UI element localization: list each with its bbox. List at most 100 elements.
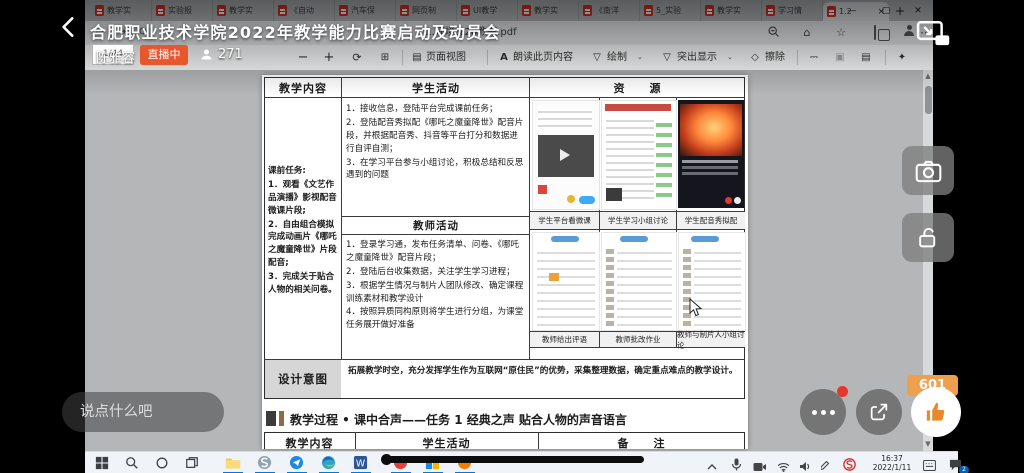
tray-seewo-icon[interactable]	[843, 456, 859, 472]
search-icon[interactable]	[125, 455, 141, 471]
browser-tab[interactable]: 教学实	[518, 0, 579, 21]
tab-label: UI教学	[473, 5, 497, 16]
edge-browser-window: 教学实 实验报 教学实 《自动 汽车保 网页制 UI教学 教学实 《南洋 5_实…	[85, 0, 933, 451]
draw-dropdown-icon[interactable]: ⌄	[637, 45, 643, 70]
caption-teacher-grading: 教师批改作业	[600, 332, 676, 347]
browser-tab[interactable]: 《自动	[274, 0, 335, 21]
draw-button[interactable]: 绘制	[607, 45, 627, 70]
page-view-button[interactable]: 页面视图	[426, 45, 466, 70]
home-icon[interactable]: ⌂	[799, 25, 815, 41]
pdf-file-icon	[339, 5, 348, 16]
browser-tab[interactable]: 《南洋	[579, 0, 640, 21]
window-close-button[interactable]: ✕	[903, 0, 933, 21]
notification-center-icon[interactable]: 2	[949, 456, 965, 472]
touch-keyboard-icon[interactable]	[923, 456, 939, 472]
save-as-icon[interactable]: ▤	[859, 45, 873, 70]
cortana-icon[interactable]	[155, 455, 171, 471]
tray-microphone-icon[interactable]	[731, 456, 747, 472]
pin-toolbar-icon[interactable]: ✦	[895, 45, 909, 70]
scrollbar-thumb[interactable]	[925, 86, 932, 114]
comment-input[interactable]: 说点什么吧	[62, 392, 224, 432]
meeting-app-icon[interactable]	[289, 455, 305, 471]
highlighter-icon: ▽	[661, 45, 673, 70]
erase-button[interactable]: 擦除	[765, 45, 785, 70]
pdf-file-icon	[400, 5, 409, 16]
camera-button[interactable]	[902, 146, 954, 195]
pdf-file-icon	[156, 5, 165, 16]
live-stream-screen: 教学实 实验报 教学实 《自动 汽车保 网页制 UI教学 教学实 《南洋 5_实…	[0, 0, 1024, 473]
pdf-zoom-in-button[interactable]: +	[321, 45, 337, 70]
highlight-dropdown-icon[interactable]: ⌄	[727, 45, 733, 70]
pdf-zoom-out-button[interactable]: −	[295, 45, 311, 70]
scroll-up-icon[interactable]: ▲	[924, 72, 932, 80]
tray-camera-icon[interactable]	[753, 457, 769, 473]
page-view-icon: ▤	[411, 45, 423, 70]
browser-tab[interactable]: UI教学	[457, 0, 518, 21]
thumbnail-teacher-comments	[532, 232, 600, 331]
app-s-icon[interactable]	[257, 455, 273, 471]
pdf-file-icon	[766, 5, 775, 16]
zoom-out-icon[interactable]	[765, 25, 781, 41]
caption-student-platform: 学生平台看微课	[530, 212, 599, 229]
back-button[interactable]	[56, 14, 86, 44]
table-header-student-activity: 学生活动	[342, 78, 530, 97]
tab-label: 教学实	[717, 5, 741, 16]
tray-chevron-up-icon[interactable]	[707, 457, 723, 473]
word-icon[interactable]: W	[353, 455, 369, 471]
tab-label: 教学实	[107, 5, 131, 16]
unlock-rotation-button[interactable]	[902, 213, 954, 262]
pdf-file-icon	[644, 5, 653, 16]
table-header-resources: 资 源	[530, 78, 745, 97]
thumbnail-student-platform-video	[532, 100, 600, 210]
window-maximize-button[interactable]: ▢	[871, 0, 901, 21]
browser-tab[interactable]: 汽车保	[335, 0, 396, 21]
scroll-down-icon[interactable]: ▼	[924, 440, 932, 448]
edge-browser-icon[interactable]	[321, 455, 337, 471]
file-explorer-icon[interactable]	[225, 455, 241, 471]
share-button[interactable]	[856, 389, 902, 435]
profile-icon[interactable]	[896, 25, 912, 41]
pdf-file-icon	[583, 5, 592, 16]
pdf-file-icon	[705, 5, 714, 16]
collections-icon[interactable]	[867, 25, 883, 41]
viewer-count[interactable]: 271	[218, 47, 243, 62]
browser-tab[interactable]: 5_实验	[640, 0, 701, 21]
task-view-icon[interactable]	[185, 455, 201, 471]
read-aloud-button[interactable]: 朗读此页内容	[513, 45, 573, 70]
window-minimize-button[interactable]: —	[837, 0, 867, 21]
student-activities: 1．接收信息，登陆平台完成课前任务； 2．登陆配音秀拟配《哪吒之魔童降世》配音片…	[346, 103, 526, 183]
section-heading: 教学过程 • 课中合声——任务 1 经典之声 贴合人物的声音语言	[290, 411, 627, 428]
browser-tab[interactable]: 实验报	[152, 0, 213, 21]
favorites-star-icon[interactable]: ☆	[833, 25, 849, 41]
print-icon[interactable]: ⎓	[807, 45, 821, 70]
browser-tab[interactable]: 教学实	[213, 0, 274, 21]
video-play-icon	[538, 135, 594, 177]
ellipsis-icon	[812, 410, 835, 415]
tray-date: 2022/1/11	[873, 463, 911, 472]
tray-wifi-icon[interactable]	[777, 457, 793, 473]
tray-pen-icon[interactable]	[821, 457, 837, 473]
table2-header-content: 教学内容	[264, 434, 355, 449]
tray-volume-icon[interactable]	[799, 457, 815, 473]
tray-clock[interactable]: 16:37 2022/1/11	[867, 454, 917, 473]
tab-label: 教学实	[229, 5, 253, 16]
like-button[interactable]	[911, 387, 961, 437]
pdf-fit-page-icon[interactable]: ⊞	[377, 45, 393, 70]
browser-tab[interactable]: 网页制	[396, 0, 457, 21]
read-aloud-icon: A	[497, 45, 511, 70]
start-button[interactable]	[95, 455, 111, 471]
ink-annotation-dot	[381, 454, 392, 465]
browser-tab[interactable]: 教学实	[91, 0, 152, 21]
browser-tab[interactable]: 教学实	[701, 0, 762, 21]
live-title: 合肥职业技术学院2022年教学能力比赛启动及动员会	[90, 19, 501, 43]
save-icon[interactable]: ▣	[833, 45, 847, 70]
draw-pen-icon: ▽	[591, 45, 603, 70]
mouse-cursor	[689, 298, 703, 322]
share-icon	[868, 401, 890, 423]
highlight-button[interactable]: 突出显示	[677, 45, 717, 70]
pdf-file-icon	[522, 5, 531, 16]
browser-tab[interactable]: 学习情	[762, 0, 823, 21]
pdf-rotate-icon[interactable]: ⟳	[349, 45, 365, 70]
screen-cast-button[interactable]	[916, 20, 954, 50]
tab-label: 《自动	[290, 5, 314, 16]
